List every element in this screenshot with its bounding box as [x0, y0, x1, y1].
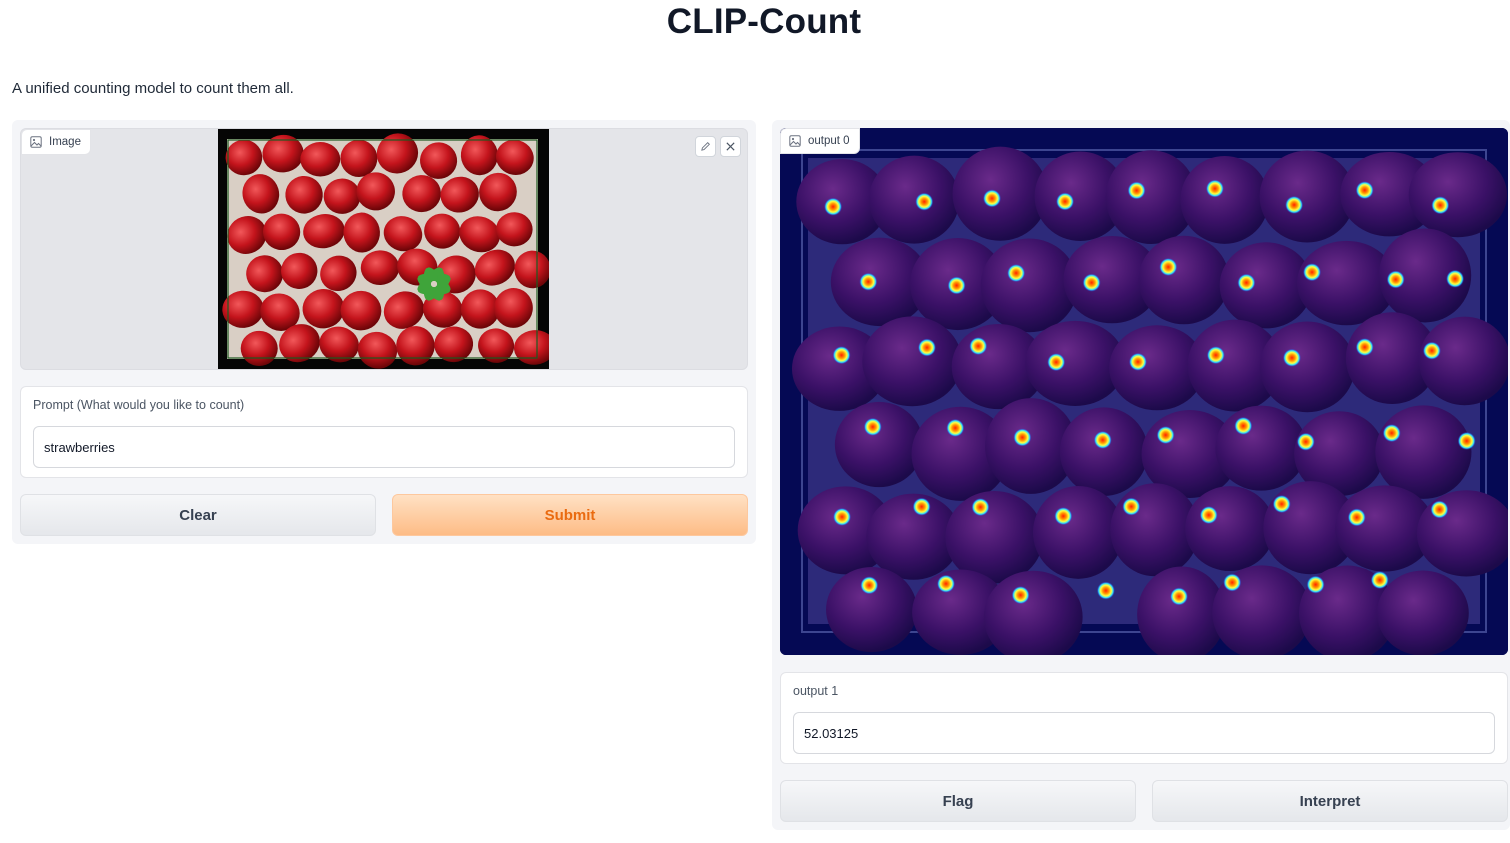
- heatmap-hotspot: [832, 346, 851, 365]
- heatmap-hotspot: [1386, 270, 1405, 289]
- heatmap-hotspot: [1205, 179, 1224, 198]
- heatmap-hotspot: [860, 576, 879, 595]
- heatmap-strawberry: [980, 238, 1078, 333]
- heatmap-strawberry: [1185, 486, 1275, 572]
- output-image-label: output 0: [808, 135, 850, 147]
- heatmap-hotspot: [946, 418, 965, 437]
- heatmap-hotspot: [1347, 508, 1366, 527]
- image-label: Image: [49, 136, 81, 148]
- edit-button[interactable]: [695, 136, 716, 157]
- count-output[interactable]: 52.03125: [793, 712, 1495, 754]
- heatmap-hotspot: [1127, 181, 1146, 200]
- edit-icon: [701, 142, 710, 151]
- heatmap-hotspot: [1355, 338, 1374, 357]
- heatmap-hotspot: [1282, 348, 1301, 367]
- interpret-button[interactable]: Interpret: [1152, 780, 1508, 822]
- heatmap-hotspot: [1296, 432, 1315, 451]
- prompt-label: Prompt (What would you like to count): [33, 398, 245, 412]
- heatmap-hotspot: [1169, 587, 1188, 606]
- heatmap-hotspot: [1093, 430, 1112, 449]
- heatmap-strawberry: [862, 316, 962, 407]
- image-label-badge: Image: [21, 129, 91, 155]
- heatmap-hotspot: [1047, 353, 1066, 372]
- heatmap-hotspot: [1422, 341, 1441, 360]
- close-icon: [726, 142, 735, 151]
- heatmap-strawberry: [869, 155, 960, 244]
- heatmap-strawberry: [1215, 405, 1307, 491]
- heatmap-hotspot: [936, 574, 955, 593]
- heatmap-hotspot: [1306, 575, 1325, 594]
- heatmap-strawberry: [1408, 152, 1508, 238]
- heatmap-hotspot: [915, 192, 934, 211]
- heatmap-strawberry: [1259, 321, 1355, 413]
- heatmap-hotspot: [971, 498, 990, 517]
- heatmap-strawberry: [1418, 316, 1508, 406]
- output-image-label-badge: output 0: [780, 128, 860, 154]
- heatmap-strawberry: [1375, 405, 1472, 499]
- output-heatmap-image: output 0: [780, 128, 1508, 655]
- heatmap-hotspot: [1431, 196, 1450, 215]
- heatmap-hotspot: [1382, 424, 1401, 443]
- heatmap-hotspot: [1272, 495, 1291, 514]
- heatmap-strawberry: [834, 401, 924, 488]
- heatmap-strawberry: [1376, 570, 1469, 655]
- heatmap-hotspot: [1285, 195, 1304, 214]
- image-tools: [695, 136, 741, 157]
- submit-button[interactable]: Submit: [392, 494, 748, 536]
- heatmap-hotspot: [1457, 431, 1476, 450]
- heatmap-hotspot: [917, 338, 936, 357]
- heatmap-hotspot: [1237, 273, 1256, 292]
- heatmap-hotspot: [912, 497, 931, 516]
- heatmap-hotspot: [1013, 428, 1032, 447]
- heatmap-hotspot: [1223, 573, 1242, 592]
- output-panel: output 0 output 1 52.03125 Flag Interpre…: [772, 120, 1510, 830]
- heatmap-strawberry: [1180, 156, 1269, 244]
- heatmap-hotspot: [824, 197, 843, 216]
- clear-button[interactable]: Clear: [20, 494, 376, 536]
- heatmap-hotspot: [859, 272, 878, 291]
- prompt-input[interactable]: strawberries: [33, 426, 735, 468]
- heatmap-hotspot: [1234, 416, 1253, 435]
- heatmap-strawberry: [1032, 485, 1124, 579]
- heatmap-hotspot: [1446, 269, 1465, 288]
- heatmap-hotspot: [833, 507, 852, 526]
- heatmap-hotspot: [1199, 506, 1218, 525]
- uploaded-image: [218, 129, 556, 369]
- heatmap-hotspot: [1056, 192, 1075, 211]
- page-description: A unified counting model to count them a…: [12, 80, 294, 97]
- heatmap-strawberry: [1138, 235, 1230, 325]
- heatmap-hotspot: [1159, 257, 1178, 276]
- heatmap-hotspot: [1430, 500, 1449, 519]
- heatmap-hotspot: [1156, 426, 1175, 445]
- count-field-box: output 1 52.03125: [780, 672, 1508, 764]
- heatmap-hotspot: [863, 417, 882, 436]
- flag-button[interactable]: Flag: [780, 780, 1136, 822]
- image-icon: [30, 136, 42, 148]
- count-label: output 1: [793, 684, 839, 698]
- heatmap-hotspot: [1007, 264, 1026, 283]
- heatmap-hotspot: [1054, 507, 1073, 526]
- heatmap-strawberry: [1059, 407, 1149, 496]
- heatmap-hotspot: [1082, 273, 1101, 292]
- heatmap-strawberry: [952, 146, 1048, 241]
- heatmap-hotspot: [1011, 586, 1030, 605]
- input-panel: Image Prompt (What would you like to cou…: [12, 120, 756, 544]
- heatmap-hotspot: [969, 337, 988, 356]
- prompt-field-box: Prompt (What would you like to count) st…: [20, 386, 748, 478]
- image-upload-area[interactable]: Image: [20, 128, 748, 370]
- heatmap-hotspot: [1122, 497, 1141, 516]
- heatmap-hotspot: [1206, 346, 1225, 365]
- heatmap-hotspot: [1096, 581, 1115, 600]
- heatmap-hotspot: [1303, 263, 1322, 282]
- heatmap-hotspot: [1370, 571, 1389, 590]
- image-icon: [789, 135, 801, 147]
- heatmap-hotspot: [947, 276, 966, 295]
- heatmap-hotspot: [982, 189, 1001, 208]
- heatmap-hotspot: [1355, 181, 1374, 200]
- clear-image-button[interactable]: [720, 136, 741, 157]
- heatmap-hotspot: [1128, 352, 1147, 371]
- page-title: CLIP-Count: [666, 2, 862, 41]
